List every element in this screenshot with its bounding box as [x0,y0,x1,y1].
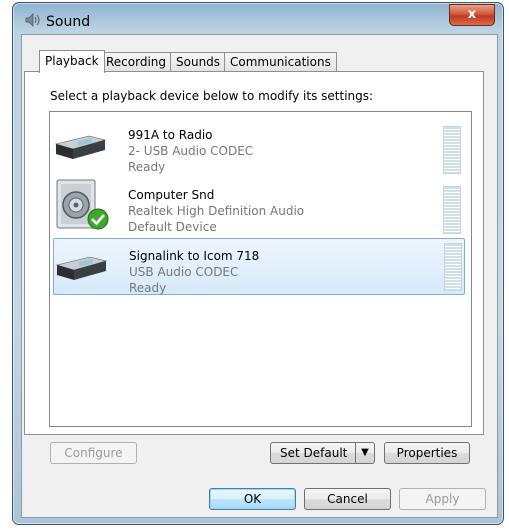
button-label: Set Default [280,446,348,460]
chevron-down-icon[interactable]: ▼ [355,443,374,463]
device-status: Ready [128,160,166,174]
default-checkmark-icon [87,208,109,230]
device-description: Realtek High Definition Audio [128,204,305,218]
usb-audio-device-icon [55,256,108,280]
usb-audio-device-icon [54,135,107,159]
instruction-text: Select a playback device below to modify… [50,89,374,103]
device-status: Ready [129,281,167,295]
device-description: 2- USB Audio CODEC [128,144,254,158]
device-name: Computer Snd [128,188,215,202]
tab-label: Recording [106,55,167,69]
list-item-device-selected[interactable]: Signalink to Icom 718 USB Audio CODEC Re… [53,238,465,295]
tab-playback[interactable]: Playback [39,50,105,73]
title-bar[interactable]: Sound x [13,3,503,35]
ok-button[interactable]: OK [209,488,296,510]
button-label: OK [243,492,262,506]
speaker-icon [25,13,40,27]
level-meter [443,186,461,234]
device-description: USB Audio CODEC [129,265,239,279]
device-status: Default Device [128,220,217,234]
tab-label: Sounds [176,55,221,69]
tab-sounds[interactable]: Sounds [170,52,227,72]
apply-button[interactable]: Apply [399,488,486,510]
set-default-button[interactable]: Set Default ▼ [270,442,375,464]
list-item-device[interactable]: 991A to Radio 2- USB Audio CODEC Ready [53,118,463,174]
close-icon: x [467,7,477,22]
close-button[interactable]: x [449,4,495,26]
tab-recording[interactable]: Recording [100,52,173,72]
properties-button[interactable]: Properties [384,442,470,464]
device-list[interactable]: 991A to Radio 2- USB Audio CODEC Ready C… [49,111,472,427]
button-label: Apply [425,492,460,506]
cancel-button[interactable]: Cancel [304,488,391,510]
level-meter [443,126,461,174]
button-label: Properties [396,446,458,460]
tab-label: Playback [45,54,99,68]
level-meter [444,243,462,291]
button-label: Cancel [327,492,368,506]
tab-label: Communications [230,55,331,69]
button-label: Configure [64,446,123,460]
window-title: Sound [46,14,91,30]
list-item-device[interactable]: Computer Snd Realtek High Definition Aud… [53,178,463,234]
tab-communications[interactable]: Communications [224,52,337,72]
device-name: 991A to Radio [128,128,213,142]
device-name: Signalink to Icom 718 [129,249,260,263]
configure-button[interactable]: Configure [50,442,137,464]
